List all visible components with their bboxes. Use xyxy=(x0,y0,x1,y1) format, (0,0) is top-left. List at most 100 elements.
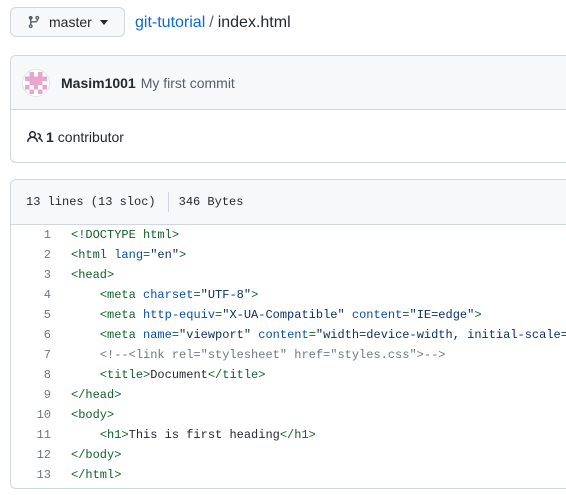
line-number[interactable]: 10 xyxy=(11,405,51,425)
code-line: 1 <!DOCTYPE html> xyxy=(11,225,566,245)
branch-select-button[interactable]: master xyxy=(10,7,125,37)
code-text: <title>Document</title> xyxy=(71,365,266,385)
chevron-down-icon xyxy=(99,19,108,25)
code-text: </head> xyxy=(71,385,121,405)
code-token: Document xyxy=(150,368,208,382)
repo-link[interactable]: git-tutorial xyxy=(135,14,205,31)
code-text: <head> xyxy=(71,265,114,285)
code-line: 2 <html lang="en"> xyxy=(11,245,566,265)
file-name: index.html xyxy=(217,14,291,31)
code-token: This is first heading xyxy=(128,428,280,442)
breadcrumb: git-tutorial / index.html xyxy=(135,13,291,33)
code-text: <!DOCTYPE html> xyxy=(71,225,179,245)
code-line: 11 <h1>This is first heading</h1> xyxy=(11,425,566,445)
code-token: "width=device-width, initial-scale=1.0" xyxy=(315,328,566,342)
code-token: content xyxy=(258,328,309,342)
code-text: <meta http-equiv = "X-UA-Compatible" conte… xyxy=(71,305,482,325)
code-text: <meta name="viewport" content="width=dev… xyxy=(71,325,566,345)
latest-commit-row: Masim1001 My first commit xyxy=(11,56,566,110)
commit-message[interactable]: My first commit xyxy=(141,75,235,91)
people-icon xyxy=(27,129,43,145)
code-line: 7 <!--<link rel="stylesheet" href="style… xyxy=(11,345,566,365)
code-text: <body> xyxy=(71,405,114,425)
code-token: name xyxy=(143,328,172,342)
contributor-count: 1 xyxy=(46,128,54,145)
code-token: "IE=edge" xyxy=(409,308,475,322)
code-token: <title> xyxy=(99,368,151,382)
code-text: <meta charset="UTF-8"> xyxy=(71,285,258,305)
code-token: </html> xyxy=(71,468,122,482)
git-branch-icon xyxy=(27,15,41,29)
line-number[interactable]: 13 xyxy=(11,465,51,485)
file-size: 346 Bytes xyxy=(178,195,244,209)
code-token: > xyxy=(251,288,259,302)
breadcrumb-separator: / xyxy=(209,14,214,31)
code-token: <html xyxy=(71,248,115,262)
code-text: </html> xyxy=(71,465,121,485)
line-number[interactable]: 2 xyxy=(11,245,51,265)
contributors-row[interactable]: 1 contributor xyxy=(11,110,566,162)
code-token: </h1> xyxy=(279,428,316,442)
code-token: "en" xyxy=(150,248,180,262)
code-line: 8 <title>Document</title> xyxy=(11,365,566,385)
code-text: </body> xyxy=(71,445,121,465)
code-token: = xyxy=(308,328,316,342)
code-line: 12 </body> xyxy=(11,445,566,465)
line-number[interactable]: 4 xyxy=(11,285,51,305)
code-token: <!DOCTYPE html> xyxy=(71,228,180,242)
code-line: 6 <meta name="viewport" content="width=d… xyxy=(11,325,566,345)
commit-author[interactable]: Masim1001 xyxy=(61,75,136,91)
code-token: <h1> xyxy=(99,428,129,442)
code-token: </title> xyxy=(207,368,266,382)
code-line: 10 <body> xyxy=(11,405,566,425)
line-number[interactable]: 11 xyxy=(11,425,51,445)
line-number[interactable]: 9 xyxy=(11,385,51,405)
line-number[interactable]: 5 xyxy=(11,305,51,325)
code-token: lang xyxy=(114,248,144,262)
code-line: 5 <meta http-equiv = "X-UA-Compatible" con… xyxy=(11,305,566,325)
code-token: "UTF-8" xyxy=(200,288,252,302)
contributor-label: contributor xyxy=(57,128,124,145)
code-token: = xyxy=(171,328,180,342)
line-number[interactable]: 12 xyxy=(11,445,51,465)
file-info-bar: 13 lines (13 sloc) 346 Bytes xyxy=(11,180,566,225)
line-number[interactable]: 6 xyxy=(11,325,51,345)
code-token: > xyxy=(179,248,187,262)
line-number[interactable]: 1 xyxy=(11,225,51,245)
code-token: <meta xyxy=(99,288,144,302)
branch-name: master xyxy=(49,14,92,30)
code-token: <meta xyxy=(99,308,144,322)
code-line: 9 </head> xyxy=(11,385,566,405)
code-text: <h1>This is first heading</h1> xyxy=(71,425,316,445)
code-token: content xyxy=(351,308,403,322)
code-line: 4 <meta charset="UTF-8"> xyxy=(11,285,566,305)
code-token: <meta xyxy=(99,328,144,342)
code-line: 13 </html> xyxy=(11,465,566,485)
commit-box: Masim1001 My first commit 1 contributor xyxy=(10,55,566,163)
line-number[interactable]: 8 xyxy=(11,365,51,385)
line-count: 13 lines (13 sloc) xyxy=(26,195,156,209)
avatar[interactable] xyxy=(22,68,50,97)
code-token: <!--<link rel="stylesheet" href="styles.… xyxy=(99,348,446,362)
divider xyxy=(167,192,169,212)
file-viewer: 13 lines (13 sloc) 346 Bytes 1 <!DOCTYPE … xyxy=(10,179,566,489)
code-line: 3 <head> xyxy=(11,265,566,285)
line-number[interactable]: 7 xyxy=(11,345,51,365)
code-token: > xyxy=(474,308,482,322)
code-token: = xyxy=(402,308,410,322)
code-token: </head> xyxy=(71,388,122,402)
code-token: = xyxy=(193,288,201,302)
line-number[interactable]: 3 xyxy=(11,265,51,285)
code-text: <!--<link rel="stylesheet" href="styles.… xyxy=(71,345,446,365)
code-token: <head> xyxy=(71,268,115,282)
code-area[interactable]: 1 <!DOCTYPE html> 2 <html lang="en"> 3 <head>… xyxy=(11,225,566,485)
code-token: charset xyxy=(143,288,194,302)
code-token: "X-UA-Compatible" xyxy=(222,308,345,322)
